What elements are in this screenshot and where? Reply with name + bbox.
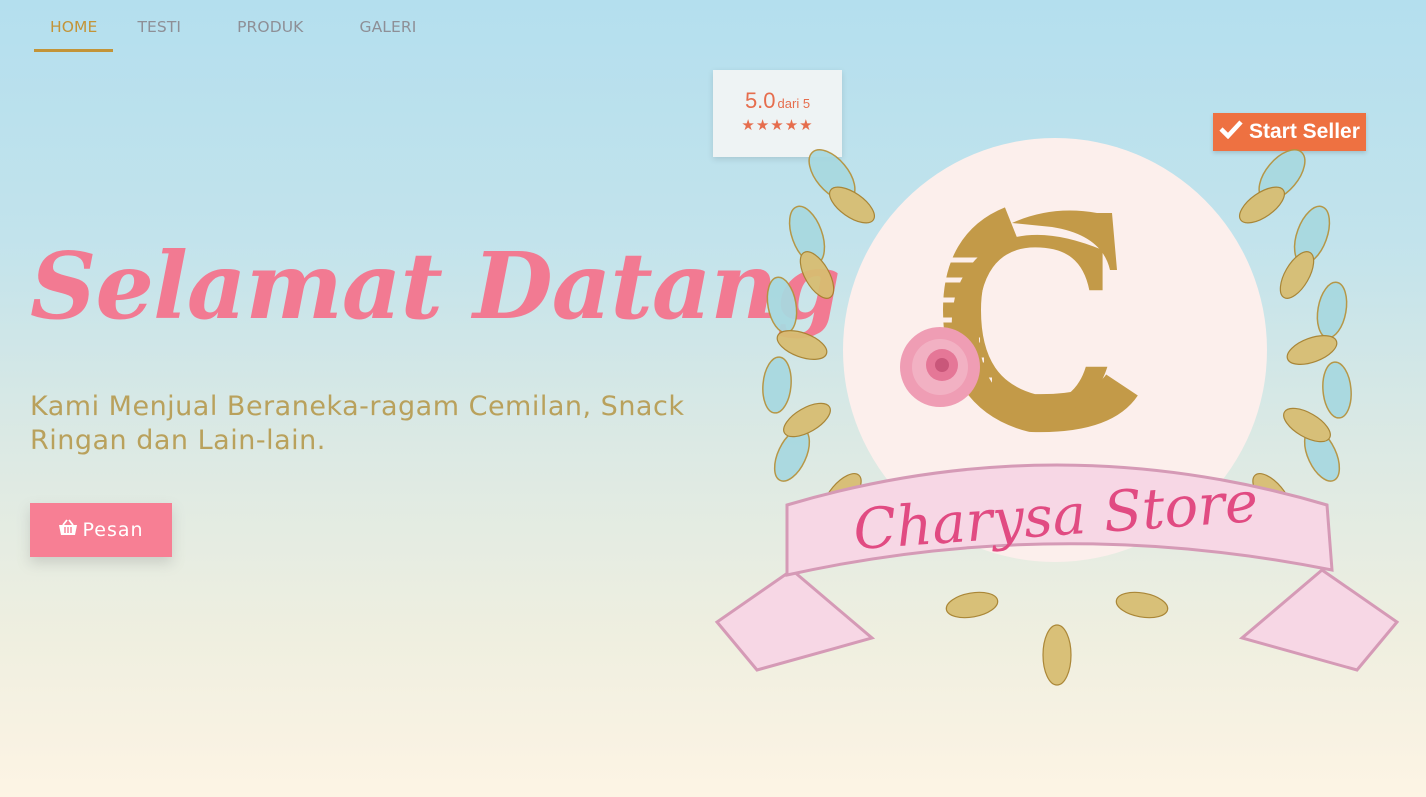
nav-item-testi[interactable]: TESTI: [121, 0, 197, 52]
rose-icon: [900, 327, 980, 407]
hero-subtitle: Kami Menjual Beraneka-ragam Cemilan, Sna…: [30, 391, 685, 456]
order-button[interactable]: Pesan: [30, 503, 172, 557]
nav-item-produk[interactable]: PRODUK: [221, 0, 319, 52]
nav-item-galeri[interactable]: GALERI: [343, 0, 432, 52]
monogram-letter: C: [938, 190, 1122, 470]
main-nav: HOME TESTI PRODUK GALERI: [34, 0, 440, 52]
charysa-store-logo: C Charysa Store: [714, 138, 1400, 686]
monogram: C: [938, 190, 1138, 470]
basket-icon: [58, 518, 78, 542]
order-button-label: Pesan: [82, 519, 144, 541]
nav-item-home[interactable]: HOME: [34, 0, 114, 52]
